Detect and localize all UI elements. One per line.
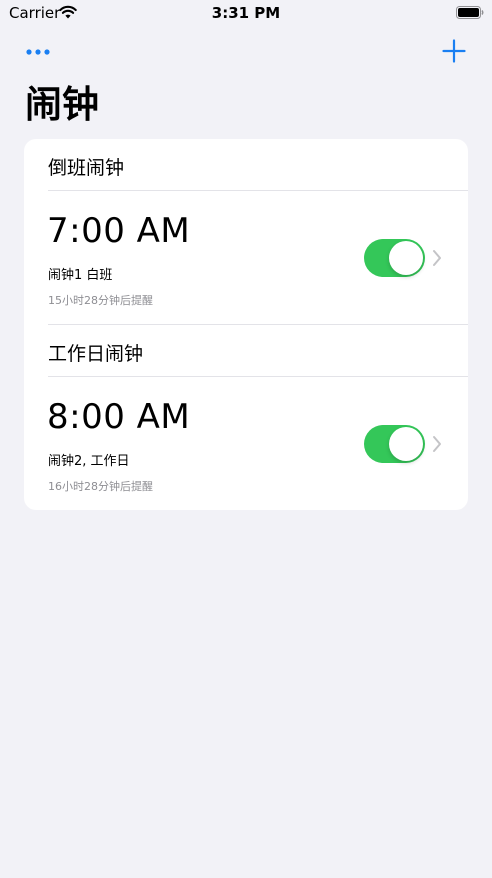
plus-icon [442, 39, 466, 63]
section-header-shift: 倒班闹钟 [24, 139, 468, 191]
status-bar: Carrier 3:31 PM [0, 0, 492, 26]
section-header-weekday: 工作日闹钟 [24, 325, 468, 377]
alarm-toggle[interactable] [364, 239, 425, 277]
toggle-knob [389, 241, 423, 275]
chevron-right-icon [433, 250, 441, 266]
alarm-row-1[interactable]: 7:00 AM 闹钟1 白班 15小时28分钟后提醒 [24, 191, 468, 324]
alarm-countdown: 16小时28分钟后提醒 [48, 480, 153, 493]
chevron-right-icon [433, 436, 441, 452]
alarm-time: 7:00 AM [47, 211, 191, 251]
section-title: 倒班闹钟 [48, 157, 125, 179]
alarm-countdown: 15小时28分钟后提醒 [48, 294, 153, 307]
alarm-label: 闹钟1 白班 [48, 268, 113, 283]
alarm-toggle[interactable] [364, 425, 425, 463]
clock-time: 3:31 PM [211, 4, 281, 22]
add-alarm-button[interactable] [442, 39, 466, 63]
alarm-row-2[interactable]: 8:00 AM 闹钟2, 工作日 16小时28分钟后提醒 [24, 377, 468, 510]
toggle-knob [389, 427, 423, 461]
ellipsis-icon [26, 49, 50, 55]
alarm-label: 闹钟2, 工作日 [48, 454, 130, 469]
section-title: 工作日闹钟 [48, 343, 144, 365]
alarm-time: 8:00 AM [47, 397, 191, 437]
more-button[interactable] [26, 44, 52, 58]
battery-icon [456, 6, 484, 19]
page-title: 闹钟 [25, 83, 99, 126]
alarm-list-card: 倒班闹钟 7:00 AM 闹钟1 白班 15小时28分钟后提醒 工作日闹钟 8:… [24, 139, 468, 510]
